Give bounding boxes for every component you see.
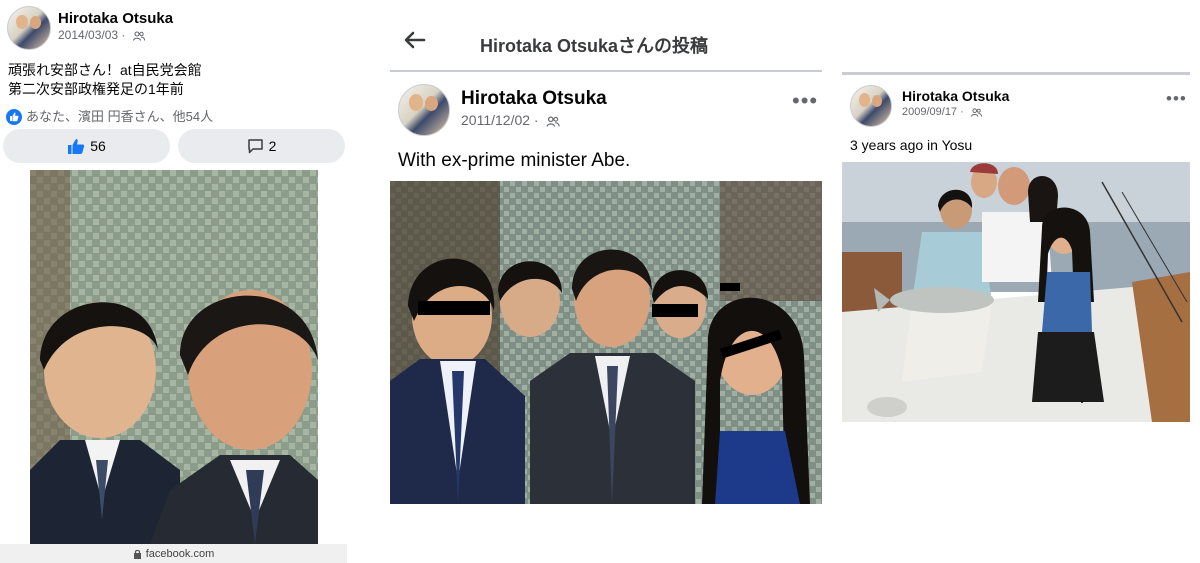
- post-panel-2009: Hirotaka Otsuka 2009/09/17 · ••• 3 years…: [840, 0, 1192, 563]
- post-caption: With ex-prime minister Abe.: [398, 150, 631, 171]
- like-count: 56: [90, 138, 106, 154]
- censor-bar: [652, 304, 698, 317]
- post-photo-abe-and-otsuka[interactable]: [30, 170, 318, 544]
- post-photo-group-with-abe[interactable]: [390, 181, 822, 504]
- back-arrow-icon[interactable]: [404, 31, 426, 49]
- thumbs-up-icon: [68, 138, 85, 154]
- comment-count: 2: [268, 138, 277, 154]
- author-avatar[interactable]: [7, 6, 51, 50]
- author-avatar[interactable]: [850, 85, 892, 127]
- like-button[interactable]: 56: [3, 129, 170, 163]
- friends-icon: [132, 31, 145, 41]
- header-divider: [842, 72, 1190, 75]
- post-text-line-1: 頑張れ安部さん！at自民党会館: [8, 62, 202, 78]
- post-date-text[interactable]: 2009/09/17: [902, 106, 957, 118]
- post-date-text[interactable]: 2014/03/03: [58, 28, 118, 42]
- more-options-icon[interactable]: •••: [1166, 90, 1187, 107]
- like-reaction-icon: [6, 108, 22, 125]
- dot-separator: ·: [960, 106, 967, 118]
- lock-icon: [133, 549, 141, 559]
- censor-bar: [720, 283, 740, 291]
- author-name[interactable]: Hirotaka Otsuka: [902, 88, 1009, 104]
- page-header-title: Hirotaka Otsukaさんの投稿: [480, 36, 709, 56]
- author-name[interactable]: Hirotaka Otsuka: [461, 88, 607, 110]
- post-date[interactable]: 2011/12/02 ·: [461, 112, 561, 128]
- censor-bar: [418, 301, 490, 315]
- comment-icon: [247, 139, 263, 154]
- dot-separator: ·: [533, 112, 543, 128]
- post-date[interactable]: 2009/09/17 ·: [902, 106, 982, 118]
- header-divider: [390, 70, 822, 72]
- more-options-icon[interactable]: •••: [792, 90, 818, 112]
- friends-icon: [970, 107, 982, 117]
- post-text-line-2: 第二次安部政権発足の1年前: [8, 81, 184, 97]
- post-panel-2011: Hirotaka Otsukaさんの投稿 Hirotaka Otsuka 201…: [388, 0, 824, 563]
- post-photo-boat-fishing[interactable]: [842, 162, 1190, 422]
- url-text: facebook.com: [145, 547, 215, 560]
- author-avatar[interactable]: [398, 84, 450, 136]
- post-panel-2014: Hirotaka Otsuka 2014/03/03 · 頑張れ安部さん！at自…: [0, 0, 347, 563]
- browser-url-bar[interactable]: facebook.com: [0, 544, 347, 563]
- post-date-text[interactable]: 2011/12/02: [461, 112, 530, 128]
- reactions-text: あなた、濱田 円香さん、他54人: [26, 109, 214, 124]
- friends-icon: [546, 116, 561, 127]
- dot-separator: ·: [121, 28, 129, 42]
- post-caption: 3 years ago in Yosu: [850, 137, 973, 153]
- reactions-summary[interactable]: あなた、濱田 円香さん、他54人: [6, 106, 213, 126]
- post-date[interactable]: 2014/03/03 ·: [58, 28, 145, 42]
- comment-button[interactable]: 2: [178, 129, 345, 163]
- author-name[interactable]: Hirotaka Otsuka: [58, 10, 173, 27]
